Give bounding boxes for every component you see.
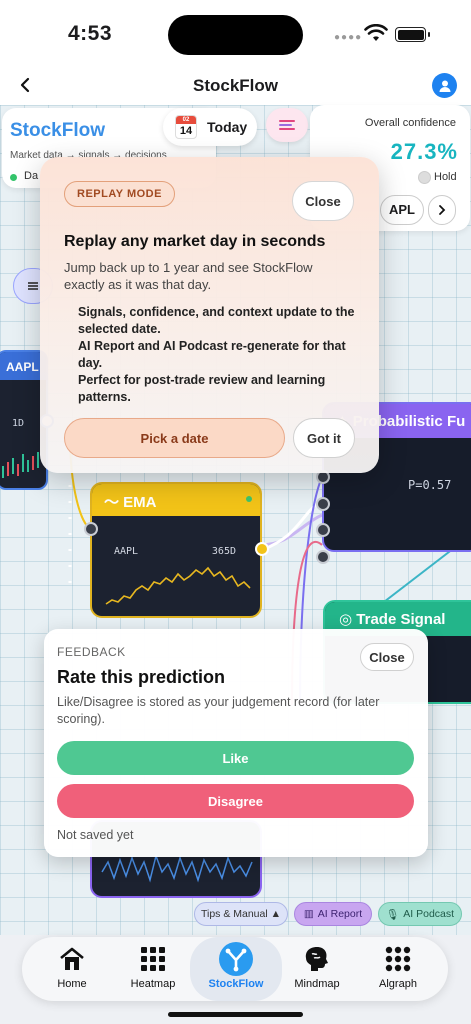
page-title: StockFlow [192, 76, 278, 95]
tab-bar: Home Heatmap StockFlow Mindmap Algraph [22, 937, 448, 1001]
list-item: Signals, confidence, and context update … [78, 305, 355, 336]
prob-input-port-4[interactable] [316, 550, 330, 564]
list-item: Perfect for post-trade review and learni… [78, 373, 326, 404]
status-bar: 4:53 ●●●● [0, 0, 471, 64]
aapl-timeframe: 1D [12, 418, 25, 429]
ema-line-chart [105, 566, 251, 605]
flow-icon [218, 941, 254, 977]
signal-dots-icon: ●●●● [334, 32, 363, 43]
target-icon: ◎ [339, 611, 357, 628]
status-dot [10, 174, 17, 181]
probability-value: P=0.57 [408, 478, 452, 492]
replay-close-button[interactable]: Close [292, 181, 354, 221]
dynamic-island [168, 15, 303, 55]
ema-node-title: EMA [123, 494, 157, 511]
ticker-selector[interactable]: APL [380, 195, 424, 225]
feedback-status: Not saved yet [57, 828, 134, 842]
tab-label: Mindmap [294, 978, 340, 990]
tab-label: Algraph [379, 978, 417, 990]
list-item: AI Report and AI Podcast re-generate for… [78, 339, 346, 370]
replay-title: Replay any market day in seconds [64, 233, 326, 250]
replay-mode-badge: REPLAY MODE [64, 181, 175, 207]
house-icon [58, 945, 86, 973]
feedback-description: Like/Disagree is stored as your judgemen… [57, 695, 380, 726]
feedback-close-button[interactable]: Close [360, 643, 414, 671]
report-icon: ▥ [303, 908, 314, 920]
ai-podcast-label: AI Podcast [403, 908, 455, 920]
today-label: Today [207, 119, 248, 135]
ema-node[interactable]: 〜 EMA AAPL 365D [90, 482, 262, 618]
tips-manual-button[interactable]: Tips & Manual ▲ [194, 902, 288, 926]
battery-tip [428, 32, 430, 37]
chevron-right-icon [439, 205, 446, 215]
ema-output-port[interactable] [255, 542, 269, 556]
ai-report-button[interactable]: ▥ AI Report [294, 902, 372, 926]
like-button[interactable]: Like [57, 741, 414, 775]
ema-input-port[interactable] [84, 522, 98, 536]
brand-name: StockFlow [10, 120, 106, 141]
prob-input-port-2[interactable] [316, 497, 330, 511]
menu-button[interactable] [266, 108, 308, 142]
brain-icon [303, 945, 331, 973]
prob-input-port-3[interactable] [316, 523, 330, 537]
tab-algraph[interactable]: Algraph [358, 937, 438, 1001]
wifi-icon [364, 24, 388, 41]
next-ticker-button[interactable] [428, 195, 456, 225]
feedback-label: FEEDBACK [57, 645, 126, 659]
today-button[interactable]: 02 14 Today [163, 108, 257, 146]
hold-label: Hold [434, 171, 457, 183]
ema-node-header: 〜 EMA [92, 484, 260, 516]
feedback-card: FEEDBACK Close Rate this prediction Like… [44, 629, 428, 857]
calendar-icon: 02 14 [175, 115, 197, 139]
dots-grid-icon [384, 945, 412, 973]
tab-stockflow[interactable]: StockFlow [190, 937, 282, 1001]
profile-avatar[interactable] [432, 73, 457, 98]
replay-feature-list: Signals, confidence, and context update … [78, 304, 358, 406]
ema-status-dot [246, 496, 252, 502]
got-it-button[interactable]: Got it [293, 418, 355, 458]
replay-mode-dialog: REPLAY MODE Close Replay any market day … [40, 157, 379, 473]
battery-icon [395, 27, 426, 42]
disagree-button[interactable]: Disagree [57, 784, 414, 818]
pick-date-button[interactable]: Pick a date [64, 418, 285, 458]
feedback-title: Rate this prediction [57, 667, 226, 687]
brand-status-text: Da [24, 170, 39, 182]
tab-label: StockFlow [208, 978, 264, 990]
confidence-value: 27.3% [390, 139, 458, 164]
confidence-label: Overall confidence [364, 117, 456, 129]
home-indicator [168, 1012, 303, 1017]
wave-icon: 〜 [104, 494, 124, 511]
tab-home[interactable]: Home [32, 937, 112, 1001]
menu-lines-icon [279, 120, 295, 130]
grid-icon [139, 945, 167, 973]
trade-node-title: Trade Signal [356, 611, 446, 628]
tab-label: Heatmap [130, 978, 176, 990]
microphone-icon: 🎙 [385, 908, 400, 921]
ai-report-label: AI Report [317, 908, 363, 920]
tab-mindmap[interactable]: Mindmap [277, 937, 357, 1001]
tips-manual-label: Tips & Manual ▲ [200, 908, 282, 920]
status-time: 4:53 [68, 22, 113, 45]
replay-subtitle: Jump back up to 1 year and see StockFlow… [64, 260, 313, 292]
hold-indicator-icon [418, 171, 431, 184]
ai-podcast-button[interactable]: 🎙 AI Podcast [378, 902, 462, 926]
person-icon [439, 80, 450, 92]
tab-heatmap[interactable]: Heatmap [113, 937, 193, 1001]
nav-bar: StockFlow [0, 64, 471, 108]
list-icon [28, 282, 38, 290]
tab-label: Home [57, 978, 87, 990]
